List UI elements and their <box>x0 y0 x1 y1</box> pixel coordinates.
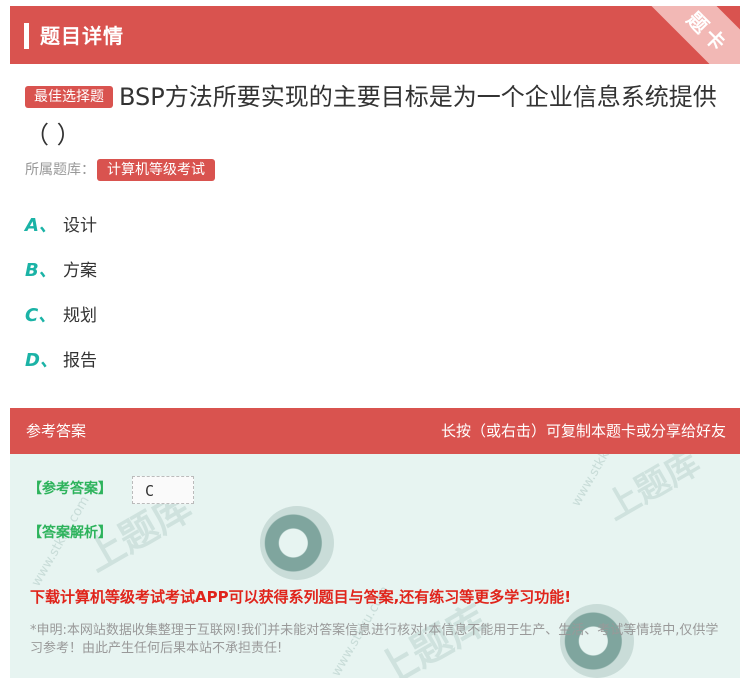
option-c[interactable]: C、 规划 <box>25 300 97 345</box>
option-list: A、 设计 B、 方案 C、 规划 D、 报告 <box>25 210 97 390</box>
bank-tag[interactable]: 计算机等级考试 <box>97 159 215 181</box>
corner-label: 题卡 <box>682 6 734 58</box>
bank-label: 所属题库： <box>25 162 95 178</box>
reference-answer-value: C <box>132 476 194 504</box>
answer-body: www.stkku.com www.stkku.com www.stkku.co… <box>10 454 740 678</box>
corner-badge: 题卡 <box>626 6 740 64</box>
question-text-block: 最佳选择题 BSP方法所要实现的主要目标是为一个企业信息系统提供（ ） <box>25 78 725 154</box>
question-text: BSP方法所要实现的主要目标是为一个企业信息系统提供（ ） <box>25 83 717 149</box>
reference-answer-label: 【参考答案】 <box>28 481 112 497</box>
header-accent-bar <box>24 23 29 49</box>
option-text: 规划 <box>63 306 97 326</box>
disclaimer-text: *申明:本网站数据收集整理于互联网!我们并未能对答案信息进行核对!本信息不能用于… <box>30 623 719 656</box>
copy-share-hint: 长按（或右击）可复制本题卡或分享给好友 <box>440 422 726 440</box>
watermark-logo-icon <box>260 506 334 580</box>
header-title: 题目详情 <box>40 24 124 48</box>
corner-ribbon: 题卡 <box>639 6 740 64</box>
watermark-brand: 上题库 <box>598 454 707 529</box>
option-text: 方案 <box>63 261 97 281</box>
option-a[interactable]: A、 设计 <box>25 210 97 255</box>
option-text: 设计 <box>63 216 97 236</box>
answer-header: 参考答案 长按（或右击）可复制本题卡或分享给好友 <box>10 408 740 454</box>
answer-section-title: 参考答案 <box>26 422 87 440</box>
question-type-tag: 最佳选择题 <box>25 86 113 108</box>
question-bank: 所属题库： 计算机等级考试 <box>25 158 215 182</box>
option-b[interactable]: B、 方案 <box>25 255 97 300</box>
option-letter: C、 <box>25 305 57 326</box>
option-text: 报告 <box>63 351 97 371</box>
option-letter: A、 <box>25 215 57 236</box>
detail-header: 题目详情 题卡 <box>10 6 740 64</box>
option-letter: D、 <box>25 350 58 371</box>
answer-analysis-label: 【答案解析】 <box>28 525 112 541</box>
option-d[interactable]: D、 报告 <box>25 345 97 390</box>
option-letter: B、 <box>25 260 57 281</box>
app-download-promo[interactable]: 下载计算机等级考试考试APP可以获得系列题目与答案,还有练习等更多学习功能! <box>30 586 571 607</box>
